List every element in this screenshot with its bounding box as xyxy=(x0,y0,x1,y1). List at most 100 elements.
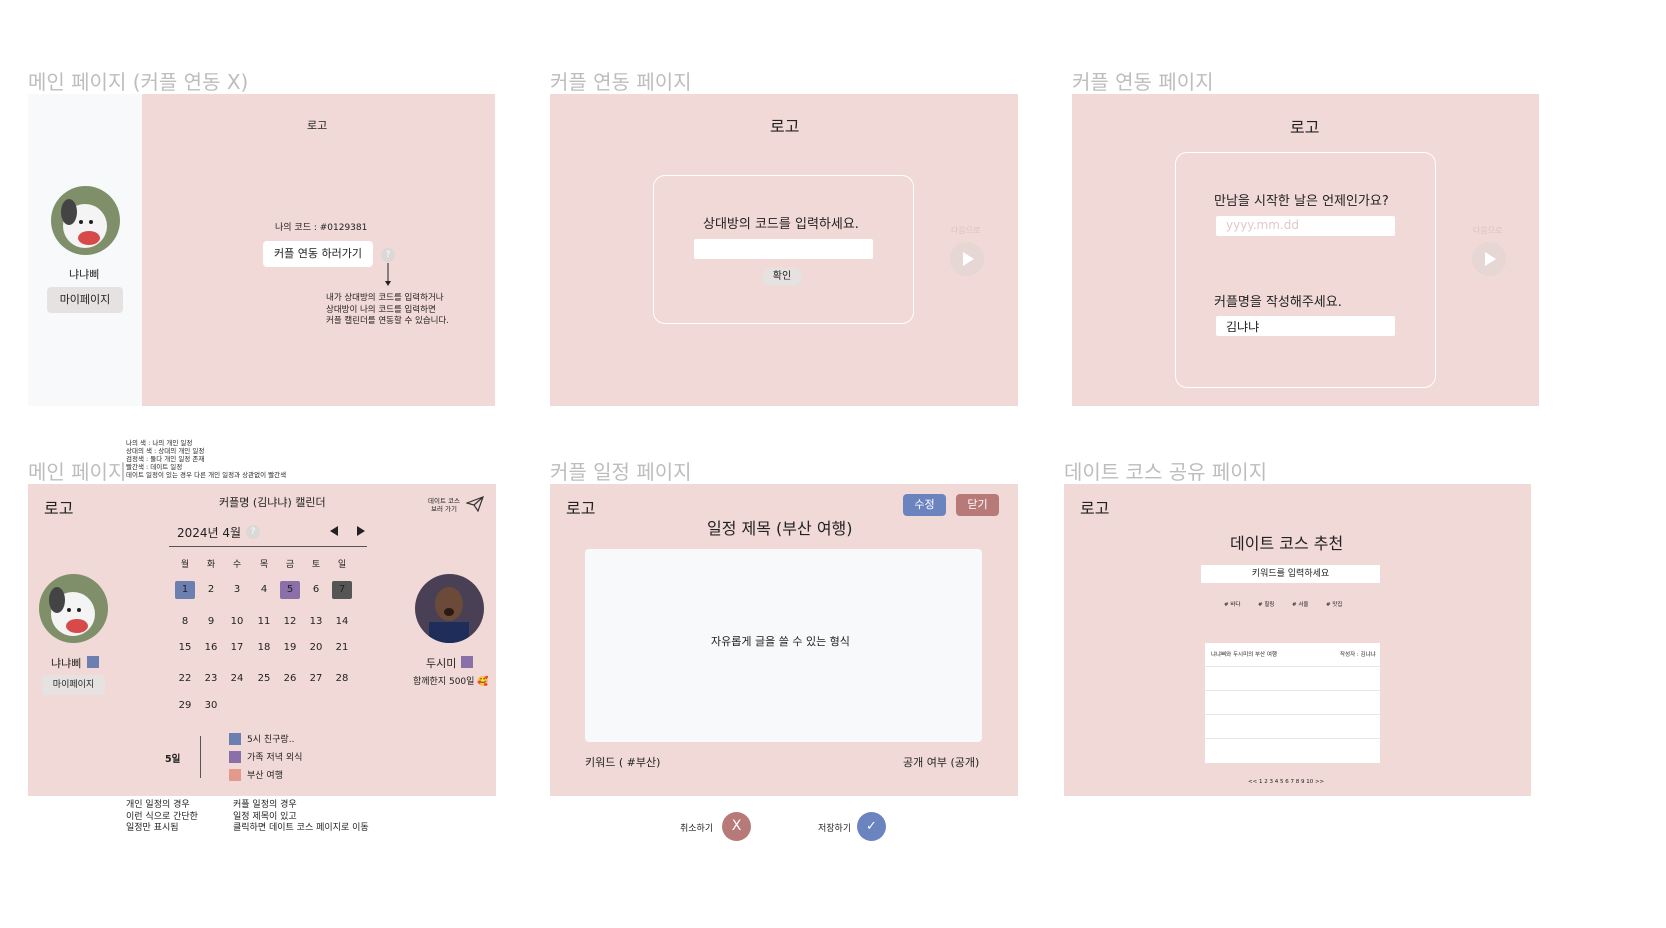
calendar-day[interactable]: 13 xyxy=(306,613,326,631)
keyword-search-input[interactable]: 키워드를 입력하세요 xyxy=(1201,565,1380,583)
event-item[interactable]: 부산 여행 xyxy=(247,768,283,781)
calendar-day[interactable]: 11 xyxy=(254,613,274,631)
pagination[interactable]: << 1 2 3 4 5 6 7 8 9 10 >> xyxy=(1248,779,1324,785)
calendar-day[interactable]: 15 xyxy=(175,639,195,657)
event-item[interactable]: 가족 저녁 외식 xyxy=(247,750,302,763)
calendar-day[interactable]: 6 xyxy=(306,581,326,599)
calendar-day[interactable]: 26 xyxy=(280,670,300,688)
list-item[interactable] xyxy=(1205,667,1380,691)
calendar-day[interactable]: 1 xyxy=(175,581,195,599)
next-button[interactable] xyxy=(1472,242,1506,276)
partner-color-swatch xyxy=(461,656,473,668)
calendar-day[interactable]: 22 xyxy=(175,670,195,688)
cancel-label: 취소하기 xyxy=(680,824,714,834)
info-card xyxy=(1175,152,1436,388)
calendar-day[interactable]: 19 xyxy=(280,639,300,657)
month-label: 2024년 4월 xyxy=(177,526,242,540)
tag-chip[interactable]: # 맛집 xyxy=(1326,600,1342,608)
course-list: 냐냐삐와 두시미의 부산 여행 작성자 : 김냐냐 xyxy=(1205,643,1380,763)
link-note: 내가 상대방의 코드를 입력하거나 상대방이 나의 코드를 입력하면 커플 캘린… xyxy=(326,293,449,326)
logo: 로고 xyxy=(1080,499,1110,518)
next-button[interactable] xyxy=(950,242,984,276)
edit-button[interactable]: 수정 xyxy=(903,494,946,516)
couple-event-note: 커플 일정의 경우 일정 제목이 있고 클릭하면 데이트 코스 페이지로 이동 xyxy=(233,800,369,833)
next-label: 다음으로 xyxy=(951,226,981,235)
link-couple-button[interactable]: 커플 연동 하러가기 xyxy=(263,241,373,267)
couple-name-value: 김냐냐 xyxy=(1226,320,1260,334)
list-item[interactable] xyxy=(1205,739,1380,763)
free-text-hint: 자유롭게 글을 쓸 수 있는 형식 xyxy=(711,635,850,648)
avatar[interactable] xyxy=(51,186,120,255)
calendar-day[interactable]: 8 xyxy=(175,613,195,631)
weekday-label: 금 xyxy=(285,560,295,570)
calendar-day[interactable]: 24 xyxy=(227,670,247,688)
cancel-icon[interactable]: X xyxy=(722,812,751,841)
event-item[interactable]: 5시 친구랑.. xyxy=(247,732,294,745)
date-course-link[interactable]: 데이트 코스 보러 가기 xyxy=(428,497,460,513)
weekday-label: 일 xyxy=(337,560,347,570)
list-item-author: 작성자 : 김냐냐 xyxy=(1340,652,1376,658)
list-item[interactable] xyxy=(1205,715,1380,739)
personal-event-note: 개인 일정의 경우 이런 식으로 간단한 일정만 표시됨 xyxy=(126,800,198,833)
user-name: 냐냐삐 xyxy=(69,268,100,281)
calendar-day[interactable]: 5 xyxy=(280,581,300,599)
event-color-swatch xyxy=(229,751,241,763)
calendar-day[interactable]: 12 xyxy=(280,613,300,631)
section-title-main-unlinked: 메인 페이지 (커플 연동 X) xyxy=(28,70,249,94)
tag-chip[interactable]: # 바다 xyxy=(1224,600,1240,608)
code-input[interactable] xyxy=(694,239,873,259)
calendar-day[interactable]: 30 xyxy=(201,697,221,715)
weekday-label: 목 xyxy=(259,560,269,570)
save-check-icon[interactable]: ✓ xyxy=(857,812,886,841)
arrow-down-icon xyxy=(385,263,391,286)
calendar-day[interactable]: 9 xyxy=(201,613,221,631)
calendar-day[interactable]: 16 xyxy=(201,639,221,657)
help-icon[interactable]: ? xyxy=(381,248,395,262)
tag-chip[interactable]: # 서울 xyxy=(1292,600,1308,608)
calendar-day[interactable]: 25 xyxy=(254,670,274,688)
close-button[interactable]: 닫기 xyxy=(956,494,999,516)
mypage-button[interactable]: 마이페이지 xyxy=(42,675,105,695)
section-title-couple-schedule: 커플 일정 페이지 xyxy=(550,460,692,484)
user-name: 냐냐삐 xyxy=(51,657,82,670)
calendar-day[interactable]: 14 xyxy=(332,613,352,631)
send-icon[interactable] xyxy=(466,496,484,512)
partner-avatar[interactable] xyxy=(415,574,484,643)
calendar-day[interactable]: 10 xyxy=(227,613,247,631)
tag-chip[interactable]: # 힐링 xyxy=(1258,600,1274,608)
calendar-day[interactable]: 7 xyxy=(332,581,352,599)
date-question: 만남을 시작한 날은 언제인가요? xyxy=(1214,194,1389,209)
avatar[interactable] xyxy=(39,574,108,643)
next-month-icon[interactable] xyxy=(355,525,367,537)
weekday-label: 화 xyxy=(206,560,216,570)
my-code: 나의 코드 : #0129381 xyxy=(275,223,368,233)
schedule-title: 일정 제목 (부산 여행) xyxy=(707,519,853,538)
keyword-label: 키워드 ( #부산) xyxy=(585,756,661,769)
calendar-day[interactable]: 21 xyxy=(332,639,352,657)
event-divider xyxy=(200,736,201,778)
list-item[interactable] xyxy=(1205,691,1380,715)
calendar-day[interactable]: 4 xyxy=(254,581,274,599)
calendar-day[interactable]: 3 xyxy=(227,581,247,599)
logo: 로고 xyxy=(44,499,74,518)
next-label: 다음으로 xyxy=(1473,226,1503,235)
calendar-day[interactable]: 29 xyxy=(175,697,195,715)
calendar-day[interactable]: 2 xyxy=(201,581,221,599)
calendar-day[interactable]: 28 xyxy=(332,670,352,688)
calendar-day[interactable]: 27 xyxy=(306,670,326,688)
calendar-day[interactable]: 18 xyxy=(254,639,274,657)
together-days: 함께한지 500일 🥰 xyxy=(413,677,489,687)
prev-month-icon[interactable] xyxy=(328,525,340,537)
logo: 로고 xyxy=(566,499,596,518)
section-title-link-code: 커플 연동 페이지 xyxy=(550,70,692,94)
calendar-day[interactable]: 23 xyxy=(201,670,221,688)
calendar-day[interactable]: 20 xyxy=(306,639,326,657)
save-label: 저장하기 xyxy=(818,824,852,834)
mypage-button[interactable]: 마이페이지 xyxy=(47,287,123,313)
confirm-button[interactable]: 확인 xyxy=(762,268,802,286)
list-item[interactable]: 냐냐삐와 두시미의 부산 여행 작성자 : 김냐냐 xyxy=(1205,643,1380,667)
calendar-day[interactable]: 17 xyxy=(227,639,247,657)
help-icon[interactable]: ? xyxy=(246,525,260,539)
visibility-label: 공개 여부 (공개) xyxy=(903,756,980,769)
weekday-label: 토 xyxy=(311,560,321,570)
